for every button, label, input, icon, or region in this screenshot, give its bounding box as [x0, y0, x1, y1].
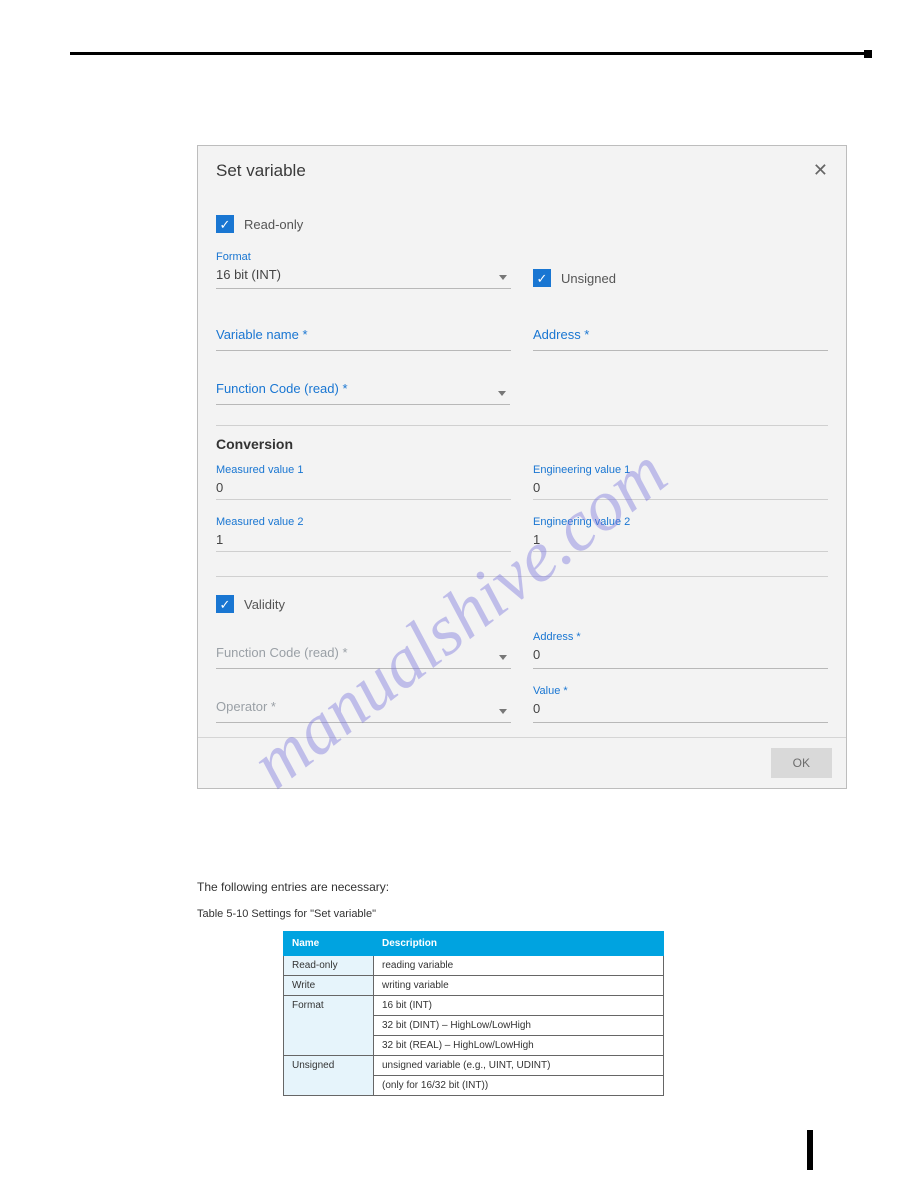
chevron-down-icon — [499, 655, 507, 660]
validity-checkbox-row: ✓ Validity — [216, 595, 828, 613]
validity-address-value: 0 — [533, 645, 828, 662]
variable-name-label: Variable name * — [216, 319, 308, 342]
engineering-value-1-label: Engineering value 1 — [533, 464, 828, 476]
measured-value-2-input[interactable]: 1 — [216, 528, 511, 552]
validity-function-code-select[interactable]: Function Code (read) * — [216, 631, 511, 669]
format-label: Format — [216, 251, 251, 263]
measured-value-1-input[interactable]: 0 — [216, 476, 511, 500]
conversion-title: Conversion — [216, 436, 828, 452]
chevron-down-icon — [499, 275, 507, 280]
chevron-down-icon — [499, 709, 507, 714]
read-only-checkbox[interactable]: ✓ — [216, 215, 234, 233]
set-variable-dialog: Set variable ✕ ✓ Read-only Format 16 bit… — [197, 145, 847, 789]
format-value: 16 bit (INT) — [216, 265, 511, 282]
validity-label: Validity — [244, 597, 285, 612]
validity-address-label: Address * — [533, 631, 581, 643]
unsigned-label: Unsigned — [561, 271, 616, 286]
table-row: Write writing variable — [284, 976, 664, 996]
read-only-checkbox-row: ✓ Read-only — [216, 215, 828, 233]
read-only-label: Read-only — [244, 217, 303, 232]
chevron-down-icon — [498, 391, 506, 396]
engineering-value-2-input[interactable]: 1 — [533, 528, 828, 552]
operator-select[interactable]: Operator * — [216, 685, 511, 723]
value-label: Value * — [533, 685, 568, 697]
value-value: 0 — [533, 699, 828, 716]
dialog-footer: OK — [198, 737, 846, 788]
engineering-value-1-input[interactable]: 0 — [533, 476, 828, 500]
page-top-endmark — [864, 50, 872, 58]
unsigned-checkbox[interactable]: ✓ — [533, 269, 551, 287]
function-code-read-select[interactable]: Function Code (read) * — [216, 367, 510, 405]
measured-value-2-label: Measured value 2 — [216, 516, 511, 528]
unsigned-checkbox-row: ✓ Unsigned — [533, 269, 616, 287]
address-input[interactable]: Address * — [533, 313, 828, 351]
function-code-read-label: Function Code (read) * — [216, 373, 348, 396]
engineering-value-2-label: Engineering value 2 — [533, 516, 828, 528]
validity-checkbox[interactable]: ✓ — [216, 595, 234, 613]
validity-function-code-label: Function Code (read) * — [216, 637, 348, 660]
close-icon[interactable]: ✕ — [813, 160, 828, 181]
operator-label: Operator * — [216, 691, 276, 714]
variable-name-input[interactable]: Variable name * — [216, 313, 511, 351]
measured-value-1-label: Measured value 1 — [216, 464, 511, 476]
following-entries-text: The following entries are necessary: — [197, 880, 389, 894]
settings-table: Name Description Read-only reading varia… — [283, 931, 664, 1096]
address-label: Address * — [533, 319, 589, 342]
table-row: Format 16 bit (INT) — [284, 996, 664, 1016]
table-caption: Table 5-10 Settings for "Set variable" — [197, 908, 376, 920]
table-header-name: Name — [284, 932, 374, 956]
format-select[interactable]: Format 16 bit (INT) — [216, 251, 511, 289]
table-row: Read-only reading variable — [284, 956, 664, 976]
ok-button[interactable]: OK — [771, 748, 832, 778]
value-input[interactable]: Value * 0 — [533, 685, 828, 723]
page-side-bar — [807, 1130, 813, 1170]
dialog-header: Set variable ✕ — [198, 146, 846, 187]
validity-address-input[interactable]: Address * 0 — [533, 631, 828, 669]
dialog-title: Set variable — [216, 161, 306, 181]
table-row: Unsigned unsigned variable (e.g., UINT, … — [284, 1056, 664, 1076]
table-header-desc: Description — [374, 932, 664, 956]
page-top-rule — [70, 52, 868, 55]
